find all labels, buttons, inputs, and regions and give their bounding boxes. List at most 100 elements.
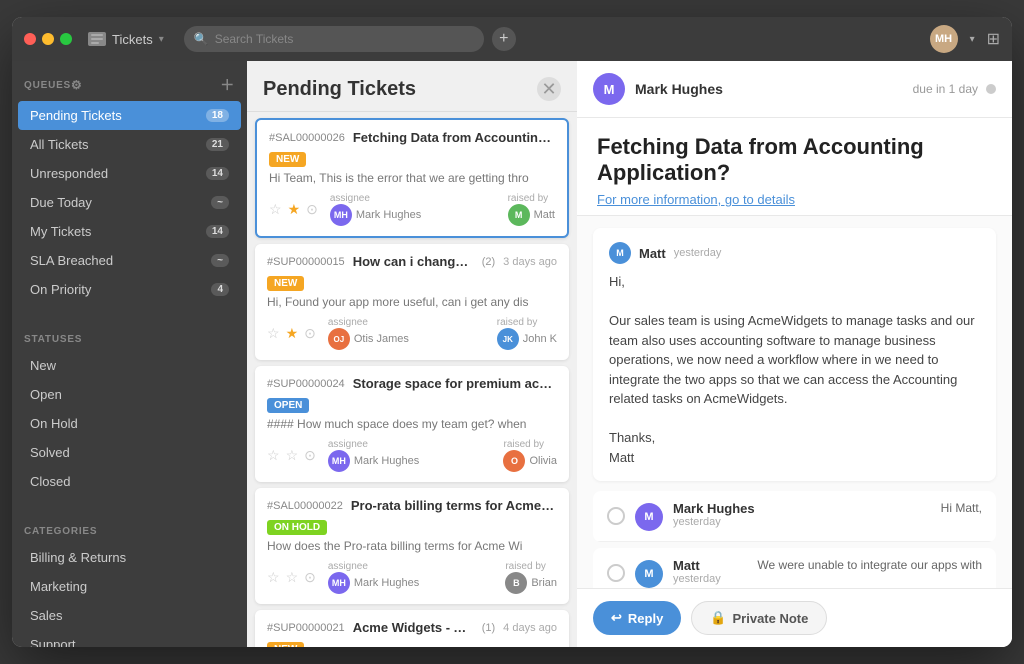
gear-icon[interactable]: ⚙ <box>71 78 83 92</box>
select-circle-0[interactable] <box>607 507 625 525</box>
user-avatar[interactable]: MH <box>930 25 958 53</box>
assignee-avatar-1: OJ <box>328 328 350 350</box>
comment-icon-1[interactable]: ⊙ <box>304 325 316 342</box>
sidebar-item-open[interactable]: Open <box>18 380 241 409</box>
notifications-icon[interactable]: ⊞ <box>987 29 1000 49</box>
star-icon-3[interactable]: ☆ <box>267 569 280 586</box>
private-note-button[interactable]: 🔒 Private Note <box>691 601 827 635</box>
ticket-assignee-0: assignee MH Mark Hughes <box>330 193 421 226</box>
sidebar-item-on-hold[interactable]: On Hold <box>18 409 241 438</box>
tickets-header: Pending Tickets ✕ <box>247 61 577 112</box>
sidebar-item-marketing[interactable]: Marketing <box>18 572 241 601</box>
sidebar-item-sla-breached[interactable]: SLA Breached ~ <box>18 246 241 275</box>
search-placeholder: Search Tickets <box>215 32 294 46</box>
sidebar: QUEUES ⚙ ＋ Pending Tickets 18 All Ticket… <box>12 61 247 647</box>
ticket-actions-2: ☆ ☆ ⊙ <box>267 447 316 464</box>
maximize-button[interactable] <box>60 33 72 45</box>
statuses-section-title: STATUSES <box>12 320 247 351</box>
sidebar-item-support[interactable]: Support <box>18 630 241 647</box>
assignee-avatar-2: MH <box>328 450 350 472</box>
sidebar-item-pending-tickets[interactable]: Pending Tickets 18 <box>18 101 241 130</box>
chevron-down-icon: ▾ <box>970 34 975 45</box>
raised-avatar-1: JK <box>497 328 519 350</box>
assignee-avatar-0: MH <box>330 204 352 226</box>
detail-header: M Mark Hughes due in 1 day <box>577 61 1012 118</box>
sidebar-item-new[interactable]: New <box>18 351 241 380</box>
sidebar-item-closed[interactable]: Closed <box>18 467 241 496</box>
ticket-status-1: NEW <box>267 276 304 291</box>
sidebar-item-solved[interactable]: Solved <box>18 438 241 467</box>
comment-icon-3[interactable]: ⊙ <box>304 569 316 586</box>
ticket-actions-1: ☆ ★ ⊙ <box>267 325 316 342</box>
message-row-content-1: Matt yesterday <box>673 558 747 587</box>
main-message-author: Matt <box>639 246 666 261</box>
app-window: Tickets ▾ 🔍 Search Tickets + MH ▾ ⊞ QUEU… <box>12 17 1012 647</box>
app-title[interactable]: Tickets ▾ <box>88 32 164 47</box>
select-circle-1[interactable] <box>607 564 625 582</box>
detail-panel: M Mark Hughes due in 1 day Fetching Data… <box>577 61 1012 647</box>
close-panel-button[interactable]: ✕ <box>537 77 561 101</box>
sidebar-item-on-priority[interactable]: On Priority 4 <box>18 275 241 304</box>
sidebar-item-billing-returns[interactable]: Billing & Returns <box>18 543 241 572</box>
raised-avatar-0: M <box>508 204 530 226</box>
ticket-raised-1: raised by JK John K <box>497 317 557 350</box>
star-filled-icon-1[interactable]: ★ <box>286 325 299 342</box>
ticket-status-4: NEW <box>267 642 304 647</box>
message-row-1[interactable]: M Matt yesterday We were unable to integ… <box>593 548 996 588</box>
sidebar-item-unresponded[interactable]: Unresponded 14 <box>18 159 241 188</box>
detail-title: Fetching Data from Accounting Applicatio… <box>597 134 992 186</box>
ticket-id-3: #SAL00000022 <box>267 500 343 512</box>
sidebar-item-sales[interactable]: Sales <box>18 601 241 630</box>
sidebar-item-due-today[interactable]: Due Today ~ <box>18 188 241 217</box>
main-content: QUEUES ⚙ ＋ Pending Tickets 18 All Ticket… <box>12 61 1012 647</box>
traffic-lights <box>24 33 72 45</box>
sidebar-item-my-tickets[interactable]: My Tickets 14 <box>18 217 241 246</box>
star-outline-2[interactable]: ☆ <box>286 447 299 464</box>
sidebar-item-all-tickets[interactable]: All Tickets 21 <box>18 130 241 159</box>
ticket-title-2: Storage space for premium account upgr <box>353 376 557 391</box>
assignee-avatar-3: MH <box>328 572 350 594</box>
comment-icon-0[interactable]: ⊙ <box>306 201 318 218</box>
star-icon-1[interactable]: ☆ <box>267 325 280 342</box>
star-icon-0[interactable]: ☆ <box>269 201 282 218</box>
detail-more-info-link[interactable]: For more information, go to details <box>597 192 992 207</box>
ticket-id-1: #SUP00000015 <box>267 256 345 268</box>
chevron-down-icon: ▾ <box>159 34 164 45</box>
detail-footer: ↩ Reply 🔒 Private Note <box>577 588 1012 647</box>
ticket-status-2: OPEN <box>267 398 309 413</box>
ticket-preview-0: Hi Team, This is the error that we are g… <box>269 171 555 185</box>
reply-icon: ↩ <box>611 610 622 626</box>
reply-button[interactable]: ↩ Reply <box>593 601 681 635</box>
message-row-avatar-0: M <box>635 503 663 531</box>
tickets-list: #SAL00000026 Fetching Data from Accounti… <box>247 112 577 647</box>
raised-avatar-3: B <box>505 572 527 594</box>
minimize-button[interactable] <box>42 33 54 45</box>
lock-icon: 🔒 <box>710 610 726 626</box>
ticket-card-2[interactable]: #SUP00000024 Storage space for premium a… <box>255 366 569 482</box>
star-outline-3[interactable]: ☆ <box>286 569 299 586</box>
titlebar-right: MH ▾ ⊞ <box>930 25 1000 53</box>
ticket-count-4: (1) <box>482 622 495 634</box>
ticket-preview-3: How does the Pro-rata billing terms for … <box>267 539 557 553</box>
ticket-card-1[interactable]: #SUP00000015 How can i change my Plan? (… <box>255 244 569 360</box>
search-bar[interactable]: 🔍 Search Tickets <box>184 26 484 52</box>
star-filled-icon-0[interactable]: ★ <box>288 201 301 218</box>
main-message-time: yesterday <box>674 247 722 259</box>
queues-section-title: QUEUES ⚙ ＋ <box>12 61 247 101</box>
close-button[interactable] <box>24 33 36 45</box>
ticket-actions-3: ☆ ☆ ⊙ <box>267 569 316 586</box>
comment-icon-2[interactable]: ⊙ <box>304 447 316 464</box>
ticket-assignee-1: assignee OJ Otis James <box>328 317 409 350</box>
star-icon-2[interactable]: ☆ <box>267 447 280 464</box>
add-queue-icon[interactable]: ＋ <box>220 75 235 95</box>
detail-header-avatar: M <box>593 73 625 105</box>
ticket-card-4[interactable]: #SUP00000021 Acme Widgets - Archive sear… <box>255 610 569 647</box>
ticket-raised-2: raised by O Olivia <box>503 439 557 472</box>
new-ticket-button[interactable]: + <box>492 27 516 51</box>
ticket-card-3[interactable]: #SAL00000022 Pro-rata billing terms for … <box>255 488 569 604</box>
ticket-card-0[interactable]: #SAL00000026 Fetching Data from Accounti… <box>255 118 569 238</box>
main-message-avatar: M <box>609 242 631 264</box>
titlebar: Tickets ▾ 🔍 Search Tickets + MH ▾ ⊞ <box>12 17 1012 61</box>
ticket-title-3: Pro-rata billing terms for Acme Widgets … <box>351 498 557 513</box>
message-row-0[interactable]: M Mark Hughes yesterday Hi Matt, <box>593 491 996 542</box>
